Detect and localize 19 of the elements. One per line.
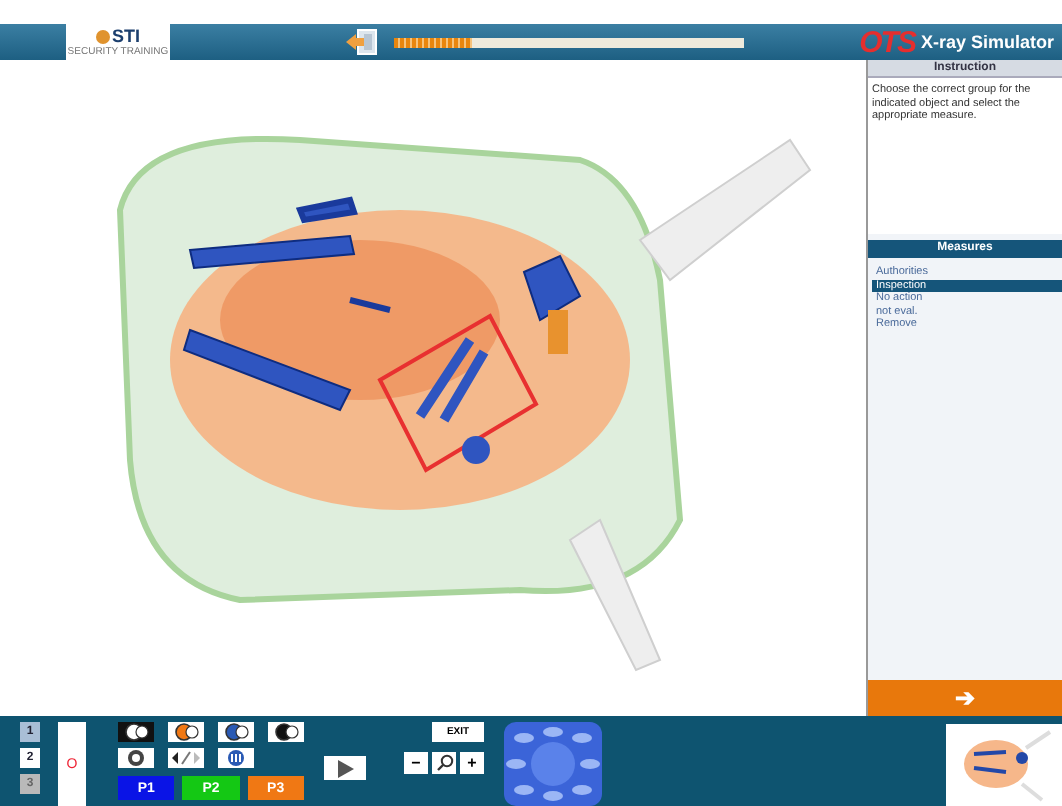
play-icon — [335, 759, 355, 777]
contrast-slider-button[interactable] — [168, 748, 204, 768]
magnifier-icon — [435, 754, 453, 772]
app-title: X-ray Simulator — [920, 32, 1054, 52]
play-button[interactable] — [324, 756, 366, 780]
brand-logo: OTS — [859, 25, 915, 59]
zoom-in-button[interactable]: + — [460, 752, 484, 774]
filter-button[interactable] — [168, 722, 204, 742]
filter-button[interactable] — [118, 722, 154, 742]
zoom-button[interactable] — [432, 752, 456, 774]
filter-button[interactable] — [118, 748, 154, 768]
filter-button[interactable] — [268, 722, 304, 742]
next-button[interactable]: ➔ — [868, 680, 1062, 716]
joystick-pad-icon[interactable] — [504, 722, 602, 806]
filter-button[interactable] — [218, 722, 254, 742]
scan-thumbnail-drawing — [946, 724, 1062, 806]
filter-button[interactable] — [218, 748, 254, 768]
exit-door-icon[interactable] — [346, 28, 378, 56]
zoom-out-button[interactable]: − — [404, 752, 428, 774]
